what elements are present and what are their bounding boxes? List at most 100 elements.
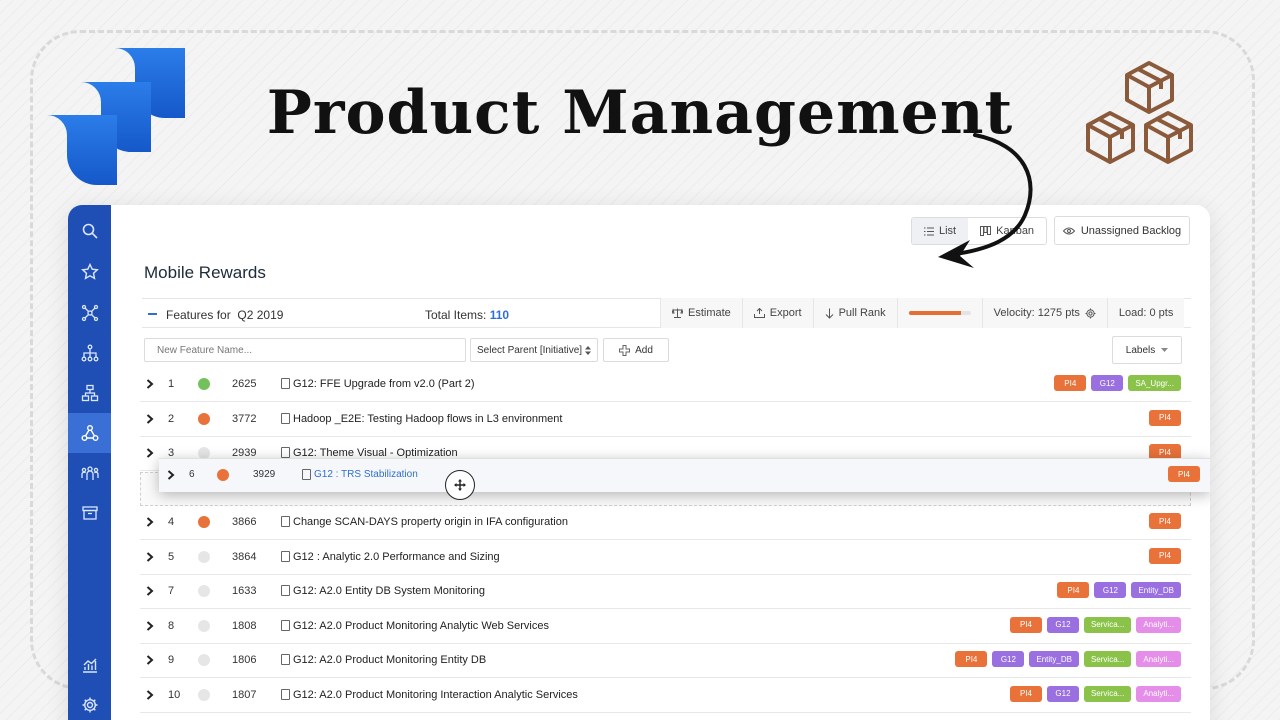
view-list-button[interactable]: List (912, 218, 969, 244)
updown-arrows-icon (585, 345, 591, 355)
row-title[interactable]: G12: A2.0 Product Monitoring Interaction… (293, 689, 578, 701)
table-row[interactable]: 5 3864 G12 : Analytic 2.0 Performance and … (140, 540, 1191, 575)
document-icon (302, 469, 311, 480)
sidebar-archive[interactable] (68, 493, 111, 533)
label-badge[interactable]: PI4 (1057, 582, 1090, 598)
unassigned-backlog-button[interactable]: Unassigned Backlog (1054, 216, 1190, 245)
label-badge[interactable]: PI4 (955, 651, 988, 667)
nodes-icon (81, 425, 98, 441)
label-badge[interactable]: Analyti... (1136, 651, 1181, 667)
label-badge[interactable]: Servica... (1083, 651, 1132, 667)
label-badge[interactable]: PI4 (1054, 375, 1087, 391)
collapse-icon[interactable] (148, 313, 157, 315)
add-button[interactable]: Add (603, 338, 669, 362)
sidebar-settings[interactable] (68, 685, 111, 720)
chevron-right-icon[interactable] (167, 470, 175, 480)
chevron-right-icon[interactable] (146, 586, 154, 596)
table-row[interactable]: 1 2625 G12: FFE Upgrade from v2.0 (Part 2)… (140, 368, 1191, 402)
search-icon (82, 223, 98, 239)
label-badge[interactable]: PI4 (1149, 547, 1181, 564)
arrow-down-icon (825, 308, 833, 319)
row-id: 1806 (232, 654, 257, 666)
label-badge[interactable]: PI4 (1149, 409, 1181, 426)
table-row[interactable]: 10 1807 G12: A2.0 Product Monitoring Inter… (140, 678, 1191, 713)
eye-icon (1062, 227, 1075, 234)
chevron-down-icon (1161, 348, 1169, 352)
row-rank: 5 (168, 550, 175, 563)
sidebar-people[interactable] (68, 453, 111, 493)
label-badge[interactable]: G12 (1046, 616, 1079, 633)
features-quarter[interactable]: Q2 2019 (237, 308, 283, 322)
sidebar-favorites[interactable] (68, 252, 111, 292)
row-tags: PI4 (1149, 409, 1181, 426)
dragged-feature-row[interactable]: 6 3929 G12 : TRS Stabilization PI4 (159, 458, 1210, 492)
row-title[interactable]: G12: FFE Upgrade from v2.0 (Part 2) (293, 378, 475, 390)
label-badge[interactable]: Servica... (1083, 685, 1132, 702)
total-label: Total Items: (425, 308, 487, 322)
status-dot (198, 619, 210, 632)
label-badge[interactable]: Entity_DB (1029, 651, 1079, 667)
list-icon (924, 227, 934, 235)
table-row[interactable]: 4 3866 Change SCAN-DAYS property origin in… (140, 506, 1191, 540)
label-badge[interactable]: G12 (1091, 375, 1124, 391)
document-icon (281, 516, 290, 527)
chevron-right-icon[interactable] (146, 620, 154, 631)
label-badge[interactable]: PI4 (1168, 466, 1200, 482)
select-parent-dropdown[interactable]: Select Parent [Initiative] (470, 338, 598, 362)
chevron-right-icon[interactable] (146, 689, 154, 700)
features-label: Features for (166, 308, 231, 322)
label-badge[interactable]: G12 (1094, 582, 1127, 598)
label-badge[interactable]: PI4 (1009, 616, 1042, 633)
label-badge[interactable]: G12 (992, 651, 1025, 667)
row-rank: 8 (168, 619, 175, 632)
label-badge[interactable]: G12 (1046, 685, 1079, 702)
chevron-right-icon[interactable] (146, 413, 154, 424)
label-badge[interactable]: Analyti... (1136, 616, 1181, 633)
table-row[interactable]: 2 3772 Hadoop _E2E: Testing Hadoop flows i… (140, 402, 1191, 437)
row-title[interactable]: G12: A2.0 Product Monitoring Analytic We… (293, 620, 549, 632)
sidebar-network[interactable] (68, 293, 111, 333)
drag-cursor-icon (445, 470, 475, 500)
row-title[interactable]: G12: A2.0 Product Monitoring Entity DB (293, 654, 486, 666)
table-row[interactable]: 8 1808 G12: A2.0 Product Monitoring Analyt… (140, 609, 1191, 644)
status-dot (198, 412, 210, 425)
estimate-button[interactable]: Estimate (660, 298, 742, 328)
sidebar-hierarchy[interactable] (68, 333, 111, 373)
progress-fill (908, 311, 962, 315)
new-feature-input[interactable] (144, 338, 466, 362)
table-row[interactable]: 9 1806 G12: A2.0 Product Monitoring Entity… (140, 644, 1191, 678)
sidebar-nodes[interactable] (68, 413, 111, 453)
chevron-right-icon[interactable] (146, 448, 154, 458)
row-rank: 2 (168, 412, 175, 425)
network-icon (81, 304, 98, 322)
sidebar-analytics[interactable] (68, 645, 111, 685)
label-badge[interactable]: Entity_DB (1131, 582, 1181, 598)
chevron-right-icon[interactable] (146, 517, 154, 527)
table-row[interactable]: 7 1633 G12: A2.0 Entity DB System Monitori… (140, 575, 1191, 609)
row-title[interactable]: Hadoop _E2E: Testing Hadoop flows in L3 … (293, 413, 562, 425)
export-button[interactable]: Export (741, 298, 813, 328)
row-rank: 7 (168, 585, 175, 597)
label-badge[interactable]: PI4 (1009, 685, 1042, 702)
row-title[interactable]: G12 : TRS Stabilization (314, 469, 418, 480)
chevron-right-icon[interactable] (146, 655, 154, 665)
chevron-right-icon[interactable] (146, 551, 154, 562)
export-icon (753, 308, 765, 318)
pull-rank-button[interactable]: Pull Rank (812, 298, 897, 328)
sidebar-org-chart[interactable] (68, 373, 111, 413)
labels-dropdown[interactable]: Labels (1112, 336, 1182, 364)
row-title[interactable]: G12: A2.0 Entity DB System Monitoring (293, 585, 485, 597)
label-badge[interactable]: PI4 (1149, 513, 1181, 529)
view-kanban-button[interactable]: Kanban (968, 218, 1046, 244)
sidebar-search[interactable] (68, 211, 111, 251)
row-id: 1633 (232, 585, 257, 597)
document-icon (281, 447, 290, 458)
velocity-cell[interactable]: Velocity: 1275 pts (981, 298, 1107, 328)
row-title[interactable]: G12 : Analytic 2.0 Performance and Sizin… (293, 551, 500, 563)
chevron-right-icon[interactable] (146, 379, 154, 389)
label-badge[interactable]: Analyti... (1136, 685, 1181, 702)
export-label: Export (769, 307, 802, 319)
label-badge[interactable]: SA_Upgr... (1128, 375, 1181, 391)
label-badge[interactable]: Servica... (1083, 616, 1132, 633)
row-title[interactable]: Change SCAN-DAYS property origin in IFA … (293, 516, 568, 528)
